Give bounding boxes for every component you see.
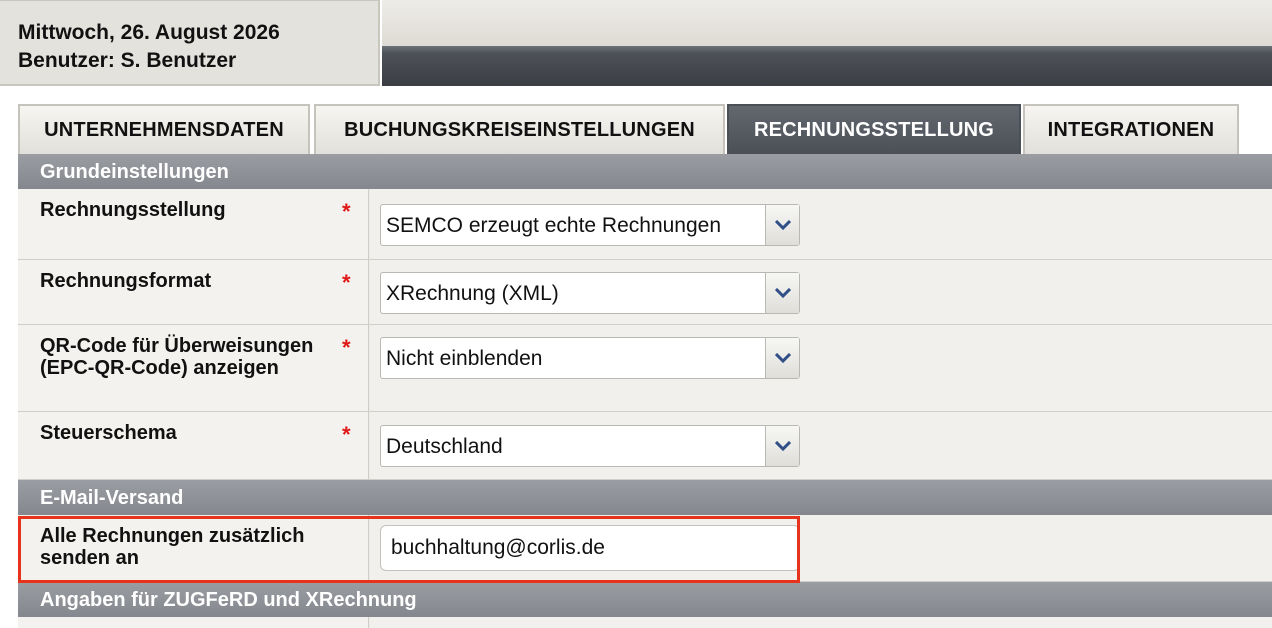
row-steuerschema: Steuerschema * Deutschland: [18, 412, 1272, 480]
value-cell: SEMCO erzeugt echte Rechnungen: [370, 189, 1272, 259]
header-info: Mittwoch, 26. August 2026 Benutzer: S. B…: [0, 0, 380, 86]
tab-label: BUCHUNGSKREISEINSTELLUNGEN: [344, 118, 695, 141]
tab-label: UNTERNEHMENSDATEN: [44, 118, 284, 141]
label-cell: Alle Rechnungen zusätzlich senden an: [18, 515, 369, 581]
field-label: Steuerschema: [40, 422, 177, 444]
label-cell: Steuerschema *: [18, 412, 369, 479]
current-date: Mittwoch, 26. August 2026: [18, 21, 280, 44]
value-cell: Nicht einblenden: [370, 325, 1272, 411]
label-cell: Rechnungsformat *: [18, 260, 369, 324]
section-header-email: E-Mail-Versand: [18, 480, 1272, 515]
required-marker: *: [342, 199, 351, 224]
value-cell: [370, 617, 1272, 628]
section-header-grundeinstellungen: Grundeinstellungen: [18, 154, 1272, 189]
steuerschema-select[interactable]: Deutschland: [380, 425, 800, 467]
required-marker: *: [342, 335, 351, 360]
email-cc-input[interactable]: [380, 525, 800, 571]
required-marker: *: [342, 422, 351, 447]
select-value: SEMCO erzeugt echte Rechnungen: [386, 214, 722, 237]
tab-label: INTEGRATIONEN: [1047, 118, 1215, 141]
tab-integrationen[interactable]: INTEGRATIONEN: [1023, 104, 1239, 154]
header-bar: [382, 0, 1272, 46]
value-cell: Deutschland: [370, 412, 1272, 479]
chevron-down-icon[interactable]: [765, 273, 799, 313]
tab-label: RECHNUNGSSTELLUNG: [753, 118, 995, 141]
tab-buchungskreiseinstellungen[interactable]: BUCHUNGSKREISEINSTELLUNGEN: [314, 104, 725, 154]
label-cell: [18, 617, 369, 628]
value-cell: [370, 515, 1272, 581]
field-label: Alle Rechnungen zusätzlich senden an: [40, 525, 305, 569]
settings-form: Grundeinstellungen Rechnungsstellung * S…: [18, 154, 1272, 628]
select-value: Deutschland: [386, 435, 503, 458]
row-qr-code: QR-Code für Überweisungen (EPC-QR-Code) …: [18, 325, 1272, 412]
row-rechnungsstellung: Rechnungsstellung * SEMCO erzeugt echte …: [18, 189, 1272, 260]
row-zugferd-first: [18, 617, 1272, 628]
field-label: Rechnungsstellung: [40, 199, 226, 221]
tab-rechnungsstellung[interactable]: RECHNUNGSSTELLUNG: [727, 104, 1021, 154]
required-marker: *: [342, 270, 351, 295]
value-cell: XRechnung (XML): [370, 260, 1272, 324]
label-cell: Rechnungsstellung *: [18, 189, 369, 259]
chevron-down-icon[interactable]: [765, 338, 799, 378]
tab-unternehmensdaten[interactable]: UNTERNEHMENSDATEN: [18, 104, 310, 154]
chevron-down-icon[interactable]: [765, 205, 799, 245]
current-user: Benutzer: S. Benutzer: [18, 49, 237, 72]
row-rechnungsformat: Rechnungsformat * XRechnung (XML): [18, 260, 1272, 325]
qr-code-select[interactable]: Nicht einblenden: [380, 337, 800, 379]
rechnungsstellung-select[interactable]: SEMCO erzeugt echte Rechnungen: [380, 204, 800, 246]
rechnungsformat-select[interactable]: XRechnung (XML): [380, 272, 800, 314]
select-value: XRechnung (XML): [386, 282, 559, 305]
section-header-zugferd: Angaben für ZUGFeRD und XRechnung: [18, 582, 1272, 617]
select-value: Nicht einblenden: [386, 347, 543, 370]
row-email-cc: Alle Rechnungen zusätzlich senden an: [18, 515, 1272, 582]
chevron-down-icon[interactable]: [765, 426, 799, 466]
label-cell: QR-Code für Überweisungen (EPC-QR-Code) …: [18, 325, 369, 411]
header-toolbar: [382, 46, 1272, 86]
field-label: Rechnungsformat: [40, 270, 212, 292]
field-label: QR-Code für Überweisungen (EPC-QR-Code) …: [40, 335, 314, 379]
